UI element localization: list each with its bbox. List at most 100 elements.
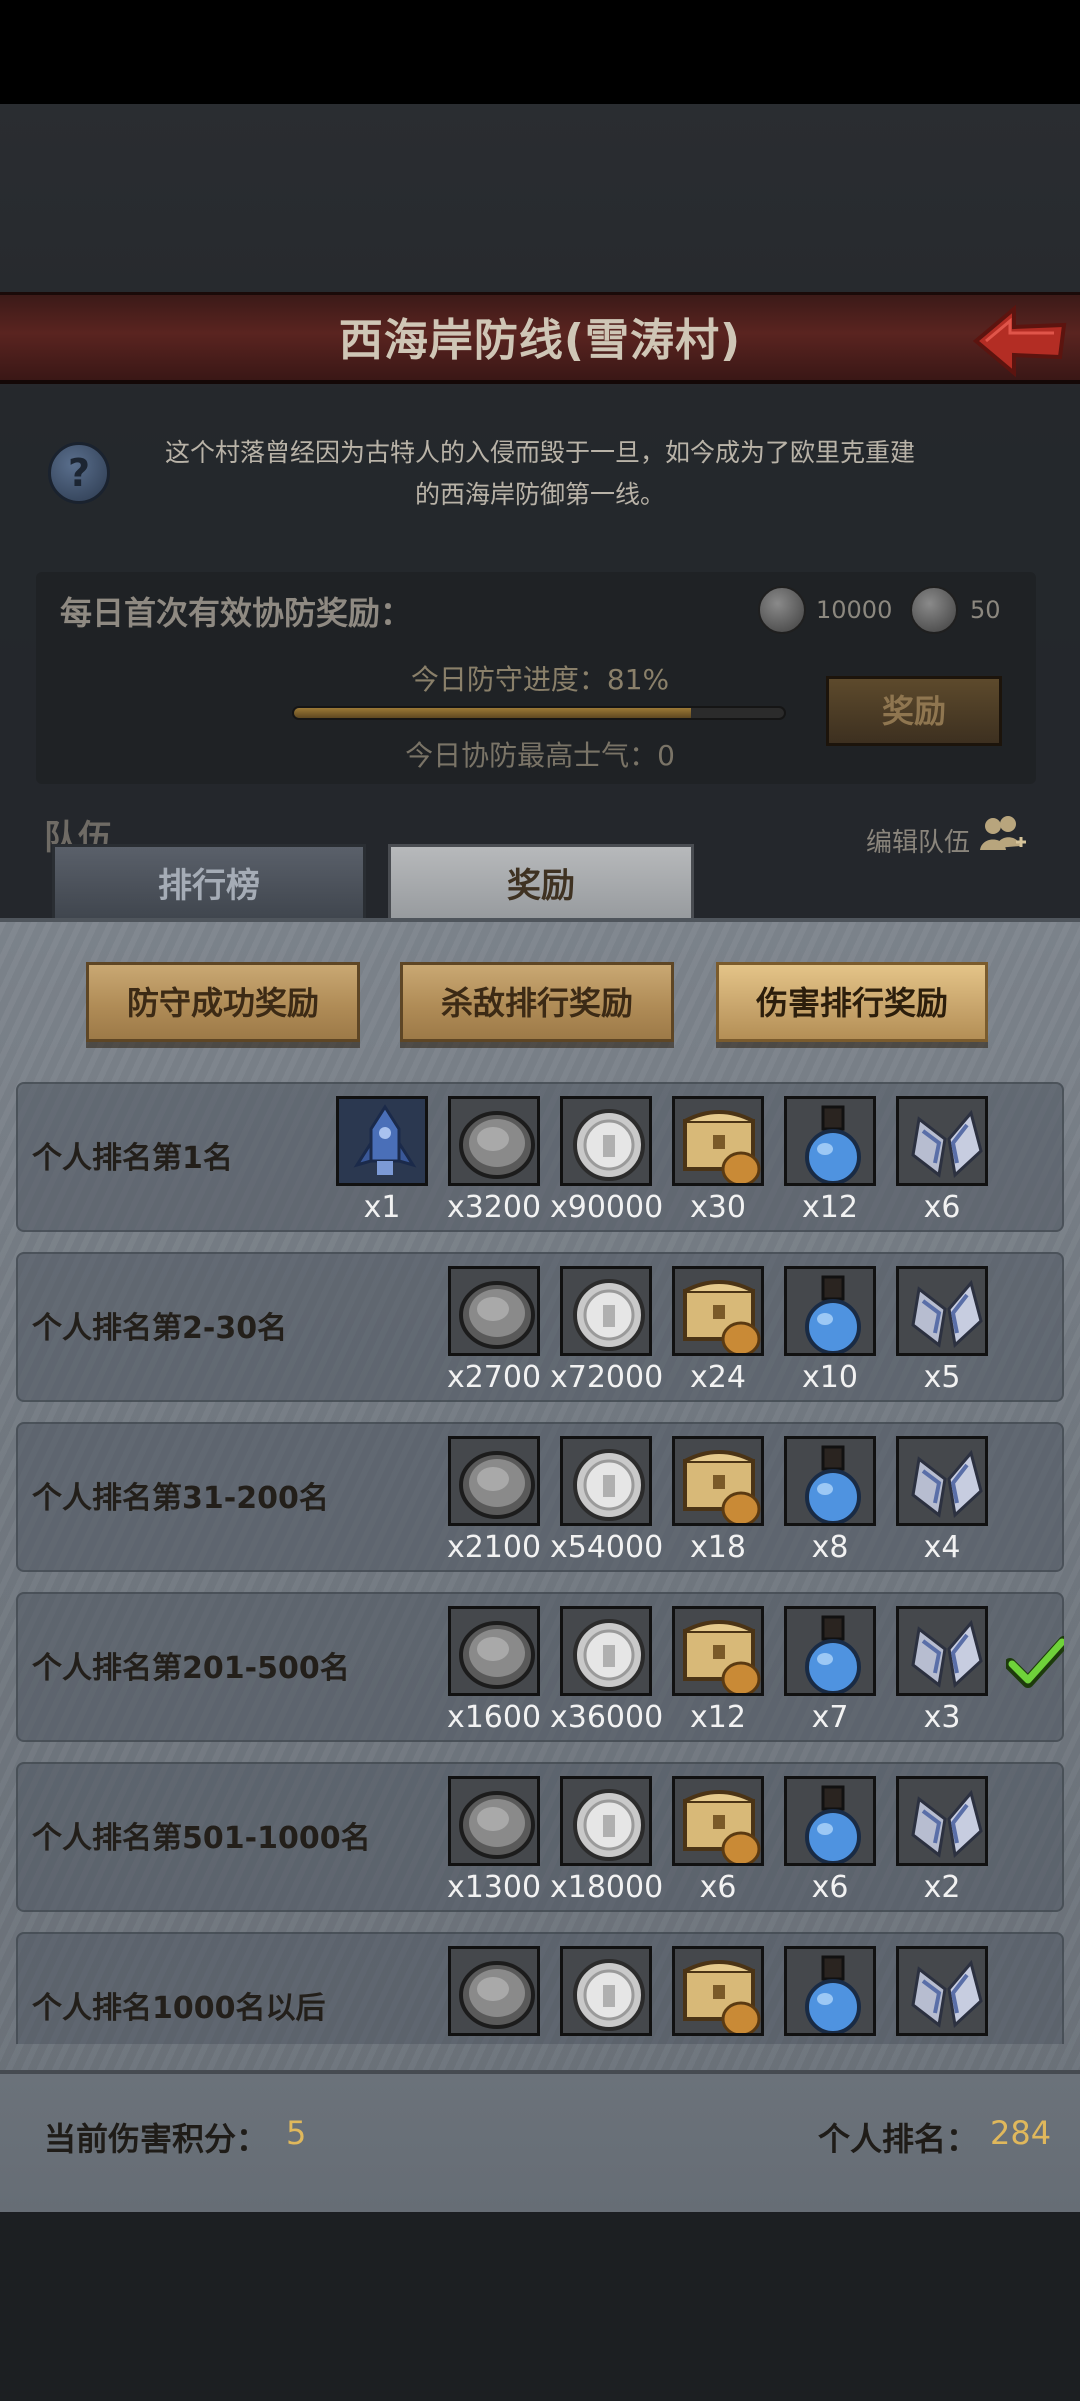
reward-item-quantity: x3 — [923, 1700, 961, 1735]
reward-row: 个人排名第31-200名 x2100 x54000 x18 x8 x4 — [16, 1422, 1064, 1572]
reward-item[interactable] — [448, 1946, 540, 2040]
reward-item-quantity: x12 — [690, 1700, 746, 1735]
blue-potion-icon[interactable] — [784, 1606, 876, 1696]
tab-leaderboard[interactable]: 排行榜 — [52, 844, 366, 926]
reward-item-quantity: x4 — [923, 1530, 961, 1565]
silver-coin-icon[interactable] — [560, 1946, 652, 2036]
crystal-wings-icon[interactable] — [896, 1096, 988, 1186]
progress-fill — [294, 708, 691, 718]
damage-score-value: 5 — [286, 2114, 307, 2152]
reward-item-quantity: x10 — [802, 1360, 858, 1395]
reward-row: 个人排名第1名 x1 x3200 x90000 x30 x12 x6 — [16, 1082, 1064, 1232]
blue-potion-icon[interactable] — [784, 1266, 876, 1356]
reward-item[interactable]: x2100 — [447, 1436, 541, 1565]
reward-item[interactable]: x4 — [896, 1436, 988, 1565]
reward-item[interactable]: x7 — [784, 1606, 876, 1735]
reward-item[interactable]: x24 — [672, 1266, 764, 1395]
blue-potion-icon[interactable] — [784, 1776, 876, 1866]
silver-coin-icon[interactable] — [560, 1266, 652, 1356]
help-icon[interactable]: ? — [48, 442, 110, 504]
iron-coin-icon[interactable] — [448, 1776, 540, 1866]
treasure-chest-icon[interactable] — [672, 1096, 764, 1186]
reward-item-quantity: x30 — [690, 1190, 746, 1225]
treasure-chest-icon[interactable] — [672, 1606, 764, 1696]
reward-item[interactable]: x6 — [672, 1776, 764, 1905]
blue-potion-icon[interactable] — [784, 1946, 876, 2036]
crystal-wings-icon[interactable] — [896, 1436, 988, 1526]
reward-item[interactable]: x54000 — [550, 1436, 663, 1565]
reward-row: 个人排名1000名以后 — [16, 1932, 1064, 2044]
defense-success-reward-button[interactable]: 防守成功奖励 — [86, 962, 360, 1042]
treasure-chest-icon[interactable] — [672, 1776, 764, 1866]
reward-item[interactable]: x2 — [896, 1776, 988, 1905]
crystal-wings-icon[interactable] — [896, 1606, 988, 1696]
reward-item-quantity: x1600 — [446, 1700, 542, 1735]
silver-coin-icon[interactable] — [560, 1606, 652, 1696]
reward-item[interactable] — [560, 1946, 652, 2040]
reward-item[interactable]: x2700 — [447, 1266, 541, 1395]
reward-item-quantity: x90000 — [550, 1190, 664, 1225]
reward-item[interactable]: x1600 — [447, 1606, 541, 1735]
daily-reward-button[interactable]: 奖励 — [826, 676, 1002, 746]
damage-ranking-reward-button[interactable]: 伤害排行奖励 — [716, 962, 988, 1042]
iron-coin-icon[interactable] — [448, 1436, 540, 1526]
reward-item[interactable]: x3200 — [447, 1096, 541, 1225]
kill-ranking-reward-button[interactable]: 杀敌排行奖励 — [400, 962, 674, 1042]
iron-coin-icon[interactable] — [448, 1606, 540, 1696]
silver-coin-icon[interactable] — [560, 1776, 652, 1866]
reward-item-quantity: x6 — [923, 1190, 961, 1225]
iron-coin-icon[interactable] — [448, 1266, 540, 1356]
reward-item[interactable]: x12 — [672, 1606, 764, 1735]
blue-potion-icon[interactable] — [784, 1096, 876, 1186]
status-bar — [0, 0, 1080, 104]
crystal-wings-icon[interactable] — [896, 1946, 988, 2036]
silver-coin-icon[interactable] — [560, 1436, 652, 1526]
reward-item[interactable] — [672, 1946, 764, 2040]
reward-item[interactable]: x72000 — [550, 1266, 663, 1395]
reward-item[interactable]: x36000 — [550, 1606, 663, 1735]
iron-coin-icon[interactable] — [448, 1096, 540, 1186]
reward-item[interactable]: x10 — [784, 1266, 876, 1395]
reward-item[interactable] — [896, 1946, 988, 2040]
reward-item[interactable]: x8 — [784, 1436, 876, 1565]
reward-item-quantity: x1300 — [446, 1870, 542, 1905]
reward-item-quantity: x24 — [690, 1360, 746, 1395]
crystal-wings-icon[interactable] — [896, 1776, 988, 1866]
daily-reward-label: 每日首次有效协防奖励： — [60, 594, 413, 632]
reward-item-quantity: x5 — [923, 1360, 961, 1395]
village-description: 这个村落曾经因为古特人的入侵而毁于一旦，如今成为了欧里克重建 的西海岸防御第一线… — [164, 438, 915, 509]
back-arrow-icon[interactable] — [970, 303, 1070, 379]
reward-item[interactable]: x6 — [896, 1096, 988, 1225]
reward-list[interactable]: 个人排名第1名 x1 x3200 x90000 x30 x12 x6 个人排名第2-30名 x2… — [16, 1082, 1064, 2044]
reward-item[interactable]: x1 — [336, 1096, 428, 1225]
daily-coin2-value: 50 — [970, 596, 1001, 624]
progress-label: 今日防守进度：81% — [410, 663, 670, 696]
reward-rank-label: 个人排名1000名以后 — [32, 1991, 326, 2026]
reward-item[interactable]: x30 — [672, 1096, 764, 1225]
crystal-wings-icon[interactable] — [896, 1266, 988, 1356]
reward-item-quantity: x2700 — [446, 1360, 542, 1395]
reward-item[interactable]: x12 — [784, 1096, 876, 1225]
personal-rank-value: 284 — [990, 2114, 1052, 2152]
reward-item[interactable]: x90000 — [550, 1096, 663, 1225]
treasure-chest-icon[interactable] — [672, 1946, 764, 2036]
reward-item[interactable]: x6 — [784, 1776, 876, 1905]
reward-item[interactable]: x3 — [896, 1606, 988, 1735]
reward-item[interactable] — [784, 1946, 876, 2040]
reward-item[interactable]: x5 — [896, 1266, 988, 1395]
reward-item[interactable]: x1300 — [447, 1776, 541, 1905]
blue-potion-icon[interactable] — [784, 1436, 876, 1526]
personal-rank-label: 个人排名： — [818, 2120, 979, 2158]
iron-coin-icon — [910, 586, 958, 634]
edit-team-icon[interactable] — [978, 812, 1028, 858]
rocket-icon[interactable] — [336, 1096, 428, 1186]
silver-coin-icon[interactable] — [560, 1096, 652, 1186]
treasure-chest-icon[interactable] — [672, 1436, 764, 1526]
reward-row: 个人排名第201-500名 x1600 x36000 x12 x7 x3 — [16, 1592, 1064, 1742]
reward-item[interactable]: x18000 — [550, 1776, 663, 1905]
reward-item[interactable]: x18 — [672, 1436, 764, 1565]
iron-coin-icon[interactable] — [448, 1946, 540, 2036]
edit-team-button[interactable]: 编辑队伍 — [866, 822, 970, 859]
treasure-chest-icon[interactable] — [672, 1266, 764, 1356]
reward-rank-label: 个人排名第1名 — [32, 1141, 233, 1176]
